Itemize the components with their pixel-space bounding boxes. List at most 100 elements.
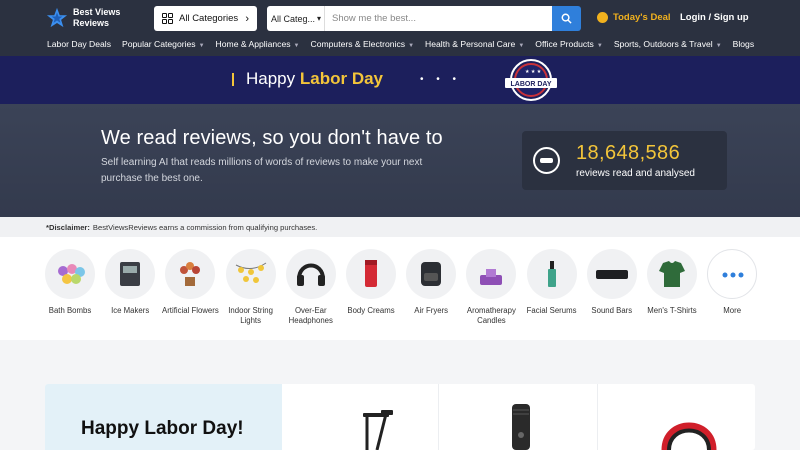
login-signup-link[interactable]: Login / Sign up [680, 12, 749, 23]
nav-item[interactable]: Home & Appliances ▼ [216, 39, 300, 49]
nav-item-label: Office Products [535, 39, 594, 49]
site-logo[interactable]: Best Views Reviews [46, 7, 123, 29]
microphone-product-image[interactable] [507, 402, 535, 450]
nav-item-label: Health & Personal Care [425, 39, 516, 49]
todays-deal-link[interactable]: Today's Deal [597, 12, 671, 23]
category-carousel: Bath Bombs Ice Makers Artificial Flowers In… [0, 237, 800, 340]
soundbar-icon [586, 249, 637, 299]
serum-icon [526, 249, 577, 299]
disclaimer-text: BestViewsReviews earns a commission from… [92, 222, 318, 232]
search-button[interactable] [552, 6, 581, 31]
chevron-right-icon: › [245, 12, 249, 25]
chevron-down-icon: ▼ [293, 43, 300, 49]
chevron-down-icon: ▼ [715, 43, 722, 49]
nav-item[interactable]: Labor Day Deals [47, 39, 111, 49]
banner-dots: • • • [420, 74, 462, 85]
nav-item[interactable]: Sports, Outdoors & Travel ▼ [614, 39, 722, 49]
banner-prefix: Happy [246, 69, 296, 88]
search-bar: All Categ... ▾ Show me the best... [267, 6, 581, 31]
search-icon [561, 13, 572, 24]
card-divider [597, 384, 598, 450]
category-label: Bath Bombs [48, 306, 92, 315]
search-placeholder: Show me the best... [332, 13, 416, 24]
promo-panel: Happy Labor Day! [45, 384, 282, 450]
banner-highlight: Labor Day [299, 69, 384, 88]
promo-title: Happy Labor Day! [81, 418, 244, 439]
category-label: More [723, 306, 742, 315]
chevron-down-icon: ▼ [518, 43, 525, 49]
category-item[interactable]: More [702, 249, 762, 316]
category-item[interactable]: Ice Makers [100, 249, 160, 316]
logo-line1: Best Views [73, 7, 121, 17]
labor-day-banner[interactable]: Happy Labor Day • • • [0, 56, 800, 104]
nav-item-label: Popular Categories [122, 39, 196, 49]
category-item[interactable]: Facial Serums [522, 249, 582, 316]
category-label: Men's T-Shirts [647, 306, 697, 315]
category-label: Ice Makers [111, 306, 150, 315]
all-categories-button[interactable]: All Categories › [154, 6, 257, 31]
reviews-count: 18,648,586 [576, 142, 681, 164]
nav-item-label: Sports, Outdoors & Travel [613, 39, 713, 49]
grid-icon [162, 13, 173, 24]
hero-title: We read reviews, so you don't have to [101, 127, 443, 149]
category-item[interactable]: Bath Bombs [40, 249, 100, 316]
search-category-value: All Categ... [271, 13, 316, 24]
nav-item-label: Blogs [732, 39, 755, 49]
gaming-headset-product-image[interactable] [657, 404, 721, 450]
card-divider [438, 384, 439, 450]
disclaimer: *Disclaimer: BestViewsReviews earns a co… [0, 217, 800, 237]
disclaimer-label: *Disclaimer: [46, 222, 90, 232]
nav-item-label: Computers & Electronics [310, 39, 406, 49]
banner-headline: Happy Labor Day [246, 69, 383, 89]
category-label: Artificial Flowers [162, 306, 219, 315]
artificial-flowers-icon [165, 249, 216, 299]
search-category-select[interactable]: All Categ... ▾ [267, 6, 325, 31]
category-label: Air Fryers [414, 306, 449, 315]
nav-item[interactable]: Popular Categories ▼ [122, 39, 205, 49]
badge-text: LABOR DAY [511, 81, 552, 88]
reviews-count-label: reviews read and analysed [576, 168, 695, 179]
nav-item[interactable]: Health & Personal Care ▼ [425, 39, 524, 49]
chevron-down-icon: ▼ [408, 43, 415, 49]
more-dots-icon [707, 249, 758, 299]
ice-maker-icon [105, 249, 156, 299]
nav-item-label: Home & Appliances [215, 39, 291, 49]
air-fryer-icon [406, 249, 457, 299]
category-item[interactable]: Aromatherapy Candles [461, 249, 521, 326]
category-item[interactable]: Over-Ear Headphones [281, 249, 341, 326]
bath-bombs-icon [45, 249, 95, 299]
category-item[interactable]: Body Creams [341, 249, 401, 316]
category-label: Sound Bars [591, 306, 633, 315]
category-label: Over-Ear Headphones [288, 306, 333, 325]
main-nav: Labor Day Deals Popular Categories ▼ Home &… [0, 33, 800, 55]
candle-icon [466, 249, 517, 299]
string-lights-icon [225, 249, 276, 299]
category-item[interactable]: Men's T-Shirts [642, 249, 702, 316]
treadmill-product-image[interactable] [353, 406, 397, 450]
category-item[interactable]: Sound Bars [582, 249, 642, 316]
nav-item[interactable]: Blogs [733, 39, 755, 49]
todays-deal-label: Today's Deal [613, 12, 671, 23]
category-label: Body Creams [347, 306, 395, 315]
category-label: Facial Serums [526, 306, 577, 315]
logo-line2: Reviews [73, 18, 110, 28]
deals-card: Happy Labor Day! [45, 384, 755, 450]
labor-day-badge-icon: ★ ★ ★ LABOR DAY [505, 59, 557, 101]
banner-accent-bar [232, 73, 234, 86]
deals-section: Happy Labor Day! [0, 340, 800, 450]
search-input[interactable]: Show me the best... [325, 6, 552, 31]
nav-item[interactable]: Office Products ▼ [535, 39, 603, 49]
reviews-stat-box: 18,648,586 reviews read and analysed [522, 131, 727, 190]
category-item[interactable]: Air Fryers [401, 249, 461, 316]
category-item[interactable]: Indoor String Lights [221, 249, 281, 326]
hero-section: We read reviews, so you don't have to Se… [0, 104, 800, 217]
category-label: Aromatherapy Candles [466, 306, 516, 325]
category-label: Indoor String Lights [228, 306, 273, 325]
nav-item-label: Labor Day Deals [47, 39, 112, 49]
nav-item[interactable]: Computers & Electronics ▼ [311, 39, 415, 49]
svg-text:★ ★ ★: ★ ★ ★ [525, 69, 542, 75]
deal-tag-icon [597, 12, 608, 23]
category-item[interactable]: Artificial Flowers [160, 249, 220, 316]
body-cream-icon [346, 249, 396, 299]
tshirt-icon [647, 249, 697, 299]
